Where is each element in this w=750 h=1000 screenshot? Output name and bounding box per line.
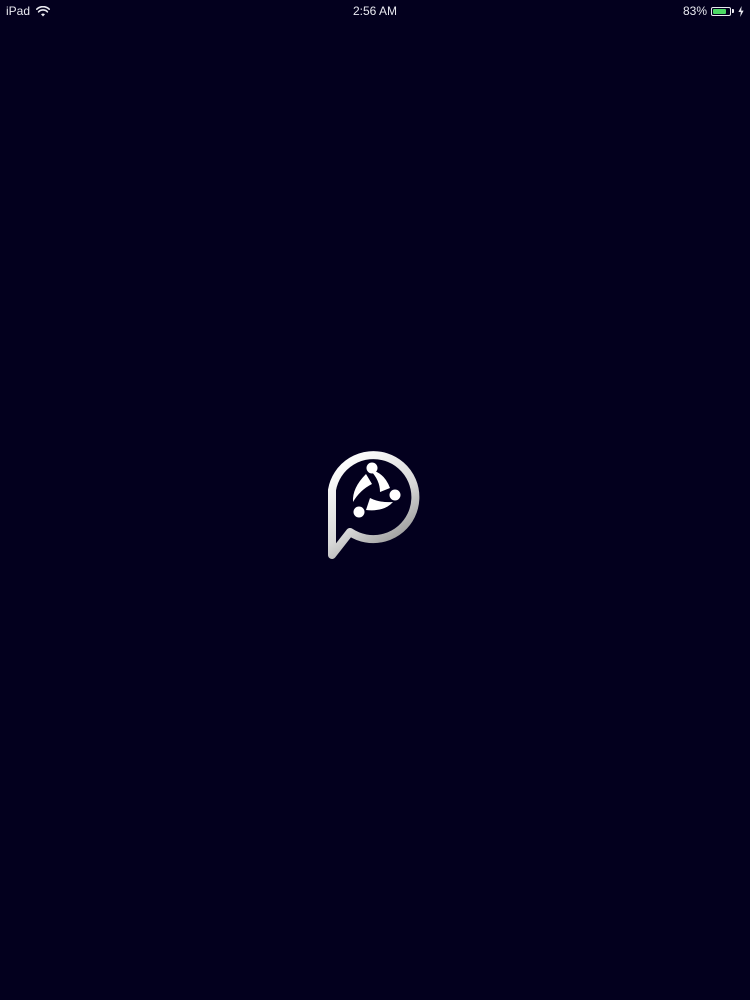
battery-tip [732,9,734,13]
battery-fill [713,8,727,14]
status-right: 83% [683,0,744,22]
battery-body [711,6,731,16]
people-emblem [352,462,401,518]
status-bar: iPad 2:56 AM 83% [0,0,750,22]
splash-screen: iPad 2:56 AM 83% [0,0,750,1000]
battery-icon [711,6,734,16]
battery-percent: 83% [682,4,707,18]
app-logo-icon [322,440,426,562]
charging-bolt-icon [738,5,744,17]
status-time: 2:56 AM [352,4,398,18]
